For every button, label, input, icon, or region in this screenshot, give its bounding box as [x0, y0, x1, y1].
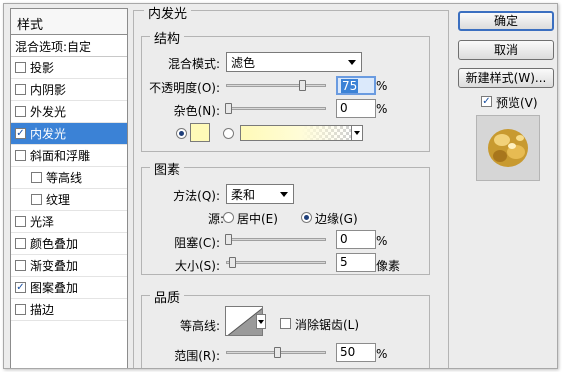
style-item[interactable]: 投影: [11, 57, 127, 79]
opacity-percent: %: [376, 79, 388, 93]
style-item-label: 图案叠加: [30, 281, 79, 295]
style-item[interactable]: 渐变叠加: [11, 255, 127, 277]
preview-label: 预览(V): [496, 96, 538, 110]
style-item[interactable]: ✓ 图案叠加: [11, 277, 127, 299]
style-item-checkbox[interactable]: [15, 150, 26, 161]
style-item[interactable]: 颜色叠加: [11, 233, 127, 255]
style-item-checkbox[interactable]: [15, 106, 26, 117]
blend-options-item[interactable]: 混合选项:自定: [11, 35, 127, 57]
style-item-checkbox[interactable]: ✓: [15, 128, 26, 139]
style-item[interactable]: ✓ 内发光: [11, 123, 127, 145]
style-item-label: 投影: [30, 61, 55, 75]
quality-title: 品质: [150, 287, 185, 306]
antialias-label: 消除锯齿(L): [295, 318, 360, 332]
antialias-checkbox[interactable]: [280, 318, 291, 329]
solid-color-radio[interactable]: [176, 128, 187, 139]
opacity-slider[interactable]: [226, 84, 326, 87]
chevron-down-icon: [354, 131, 360, 135]
chevron-down-icon: [258, 320, 264, 324]
style-item-checkbox[interactable]: [15, 62, 26, 73]
size-slider[interactable]: [226, 261, 326, 264]
blend-mode-select[interactable]: 滤色: [226, 52, 362, 72]
preview-checkbox[interactable]: ✓: [481, 96, 492, 107]
style-item[interactable]: 光泽: [11, 211, 127, 233]
noise-input[interactable]: 0: [336, 99, 376, 118]
styles-header[interactable]: 样式: [11, 9, 127, 35]
noise-label: 杂色(N):: [173, 104, 220, 118]
style-item-label: 内发光: [30, 127, 67, 141]
range-slider-thumb[interactable]: [274, 347, 281, 358]
cancel-button[interactable]: 取消: [458, 40, 554, 60]
ok-button[interactable]: 确定: [458, 11, 554, 31]
style-item-label: 内阴影: [30, 83, 67, 97]
size-slider-thumb[interactable]: [229, 257, 236, 268]
noise-slider[interactable]: [226, 107, 326, 110]
chevron-down-icon: [348, 60, 356, 65]
blend-mode-value: 滤色: [231, 56, 256, 70]
choke-input[interactable]: 0: [336, 230, 376, 249]
new-style-button[interactable]: 新建样式(W)...: [458, 68, 554, 88]
range-percent: %: [376, 347, 388, 361]
style-item-label: 纹理: [46, 193, 71, 207]
source-center-label: 居中(E): [237, 212, 278, 226]
source-label: 源:: [207, 212, 224, 226]
style-item-label: 光泽: [30, 215, 55, 229]
style-item-checkbox[interactable]: [15, 304, 26, 315]
size-label: 大小(S):: [174, 259, 220, 273]
style-item[interactable]: 等高线: [11, 167, 127, 189]
range-input[interactable]: 50: [336, 343, 376, 362]
choke-percent: %: [376, 234, 388, 248]
gradient-radio[interactable]: [223, 128, 234, 139]
style-item-checkbox[interactable]: [31, 194, 42, 205]
choke-slider[interactable]: [226, 238, 326, 241]
style-item-checkbox[interactable]: [15, 216, 26, 227]
contour-dropdown[interactable]: [256, 314, 266, 329]
range-label: 范围(R):: [174, 349, 220, 363]
opacity-label: 不透明度(O):: [149, 81, 220, 95]
style-item-label: 描边: [30, 303, 55, 317]
elements-title: 图素: [150, 159, 185, 178]
style-item-checkbox[interactable]: [31, 172, 42, 183]
style-item-label: 外发光: [30, 105, 67, 119]
chevron-down-icon: [280, 192, 288, 197]
style-item[interactable]: 内阴影: [11, 79, 127, 101]
preview-thumbnail: [477, 116, 539, 180]
panel-title: 内发光: [144, 4, 192, 22]
style-item[interactable]: 斜面和浮雕: [11, 145, 127, 167]
style-item-label: 斜面和浮雕: [30, 149, 91, 163]
style-item[interactable]: 描边: [11, 299, 127, 321]
structure-title: 结构: [150, 28, 185, 47]
noise-slider-thumb[interactable]: [225, 103, 232, 114]
size-input[interactable]: 5: [336, 253, 376, 272]
style-item-checkbox[interactable]: [15, 260, 26, 271]
method-select[interactable]: 柔和: [226, 184, 294, 204]
style-item-label: 渐变叠加: [30, 259, 79, 273]
style-item[interactable]: 纹理: [11, 189, 127, 211]
opacity-input[interactable]: 75: [336, 76, 376, 95]
opacity-slider-thumb[interactable]: [299, 80, 306, 91]
gradient-swatch[interactable]: [240, 125, 352, 141]
source-center-radio[interactable]: [223, 212, 234, 223]
style-item[interactable]: 外发光: [11, 101, 127, 123]
size-pixels: 像素: [376, 259, 401, 273]
style-item-checkbox[interactable]: [15, 238, 26, 249]
style-item-checkbox[interactable]: ✓: [15, 282, 26, 293]
gradient-dropdown[interactable]: [351, 125, 363, 141]
style-item-label: 颜色叠加: [30, 237, 79, 251]
choke-slider-thumb[interactable]: [225, 234, 232, 245]
source-edge-radio[interactable]: [301, 212, 312, 223]
style-list: 样式 混合选项:自定 投影内阴影外发光 ✓ 内发光斜面和浮雕等高线纹理光泽颜色叠加渐…: [10, 8, 128, 368]
layer-style-dialog: 样式 混合选项:自定 投影内阴影外发光 ✓ 内发光斜面和浮雕等高线纹理光泽颜色叠加渐…: [3, 3, 558, 369]
style-preview: [476, 115, 540, 181]
style-item-checkbox[interactable]: [15, 84, 26, 95]
method-label: 方法(Q):: [173, 189, 220, 203]
noise-percent: %: [376, 102, 388, 116]
contour-label: 等高线:: [179, 319, 220, 333]
style-item-label: 等高线: [46, 171, 83, 185]
method-value: 柔和: [231, 188, 256, 202]
blend-mode-label: 混合模式:: [167, 57, 220, 71]
choke-label: 阻塞(C):: [174, 236, 220, 250]
source-edge-label: 边缘(G): [315, 212, 358, 226]
glow-color-swatch[interactable]: [190, 123, 210, 142]
